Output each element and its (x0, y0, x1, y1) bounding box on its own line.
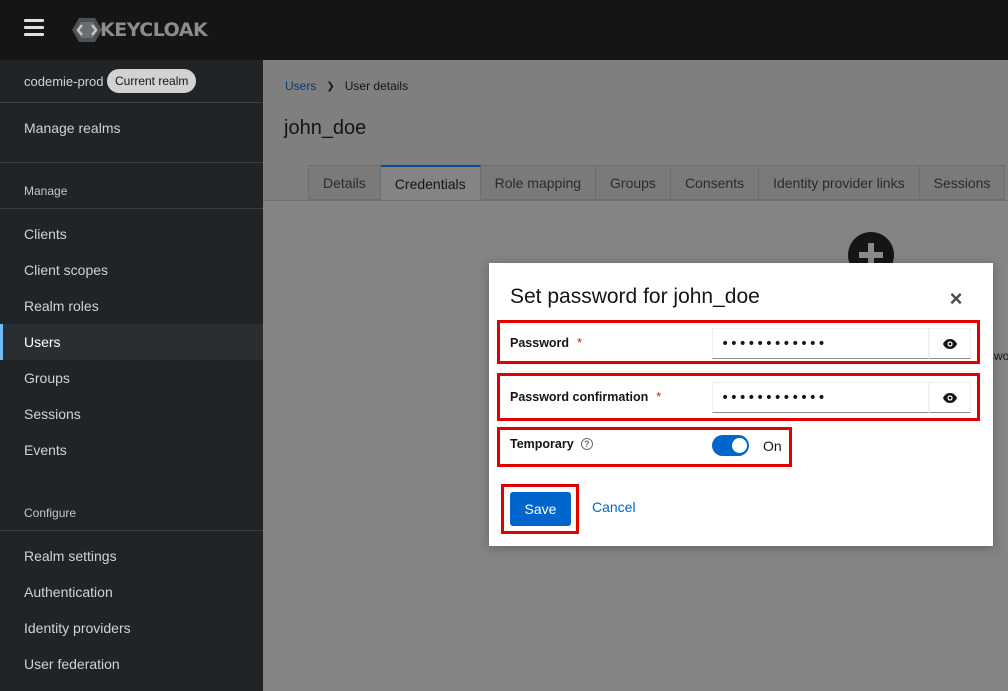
chevron-right-icon: ❯ (326, 80, 335, 92)
help-icon[interactable]: ? (580, 438, 593, 450)
realm-selector[interactable]: codemie-prod Current realm (0, 60, 263, 103)
close-icon[interactable]: × (947, 288, 965, 310)
cancel-button[interactable]: Cancel (592, 499, 636, 515)
keycloak-logo-icon (72, 18, 102, 42)
temporary-label: Temporary ? (510, 437, 593, 451)
realm-name: codemie-prod (24, 74, 104, 89)
sidebar-item-realm-roles[interactable]: Realm roles (0, 288, 263, 324)
tab-role-mapping[interactable]: Role mapping (480, 165, 597, 200)
breadcrumb-users-link[interactable]: Users (285, 79, 316, 93)
sidebar-item-clients[interactable]: Clients (0, 216, 263, 252)
temporary-state-label: On (763, 438, 782, 454)
modal-title: Set password for john_doe (510, 285, 760, 308)
sidebar-divider (0, 208, 263, 209)
temporary-toggle[interactable] (712, 435, 749, 456)
page-title: john_doe (284, 117, 367, 139)
keycloak-logo-text: KEYCLOAK (100, 19, 208, 41)
sidebar-item-sessions[interactable]: Sessions (0, 396, 263, 432)
temporary-label-text: Temporary (510, 437, 574, 451)
show-password-confirmation-button[interactable] (929, 382, 971, 413)
tab-sessions[interactable]: Sessions (919, 165, 1006, 200)
show-password-button[interactable] (929, 328, 971, 359)
sidebar-divider (0, 530, 263, 531)
sidebar-item-authentication[interactable]: Authentication (0, 574, 263, 610)
password-confirmation-label-text: Password confirmation (510, 390, 649, 404)
sidebar-section-configure: Configure (24, 506, 77, 520)
save-button[interactable]: Save (510, 492, 571, 526)
breadcrumb-current: User details (344, 79, 409, 93)
sidebar-item-events[interactable]: Events (0, 432, 263, 468)
sidebar-item-groups[interactable]: Groups (0, 360, 263, 396)
hamburger-menu-icon[interactable] (24, 19, 44, 37)
sidebar-item-client-scopes[interactable]: Client scopes (0, 252, 263, 288)
sidebar-item-user-federation[interactable]: User federation (0, 646, 263, 682)
sidebar-section-manage: Manage (24, 184, 68, 198)
eye-icon (943, 392, 957, 403)
user-tabs: Details Credentials Role mapping Groups … (308, 165, 1006, 201)
current-realm-badge: Current realm (107, 69, 197, 93)
password-label-text: Password (510, 336, 570, 350)
breadcrumb: Users ❯ User details (285, 79, 408, 93)
eye-icon (943, 338, 957, 349)
set-password-modal: Set password for john_doe × Password * P… (489, 263, 993, 546)
password-confirmation-field[interactable] (712, 382, 929, 413)
password-confirmation-label: Password confirmation * (510, 390, 661, 404)
sidebar-divider (0, 162, 263, 163)
sidebar-item-identity-providers[interactable]: Identity providers (0, 610, 263, 646)
top-navbar: KEYCLOAK (0, 0, 1008, 60)
page-header: Users ❯ User details john_doe Details Cr… (263, 60, 1008, 200)
tab-consents[interactable]: Consents (670, 165, 760, 200)
required-marker: * (656, 390, 662, 404)
password-field[interactable] (712, 328, 929, 359)
tab-details[interactable]: Details (308, 165, 381, 200)
tab-credentials[interactable]: Credentials (380, 165, 481, 200)
required-marker: * (577, 336, 582, 350)
tab-identity-provider-links[interactable]: Identity provider links (759, 165, 920, 200)
sidebar: codemie-prod Current realm Manage realms… (0, 60, 263, 691)
password-label: Password * (510, 336, 582, 350)
keycloak-logo: KEYCLOAK (72, 16, 208, 44)
tab-groups[interactable]: Groups (596, 165, 671, 200)
toggle-knob (732, 438, 747, 453)
sidebar-item-users[interactable]: Users (0, 324, 263, 360)
sidebar-item-manage-realms[interactable]: Manage realms (0, 110, 263, 146)
sidebar-item-realm-settings[interactable]: Realm settings (0, 538, 263, 574)
